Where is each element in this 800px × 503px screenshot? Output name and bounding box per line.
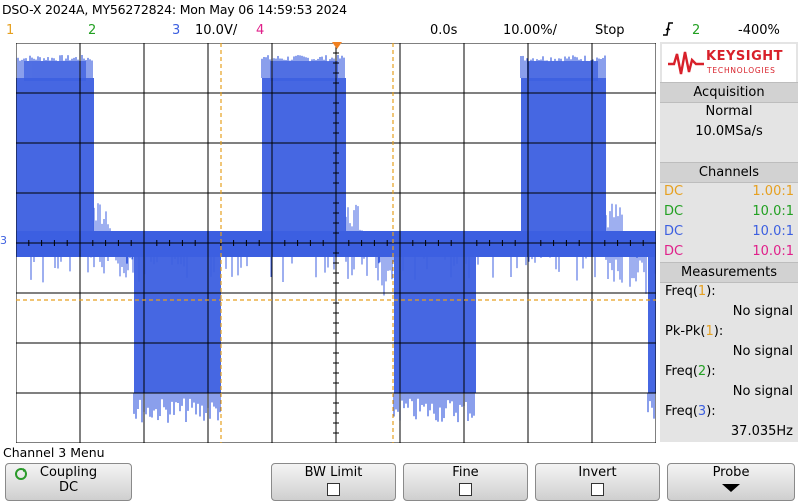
acquisition-header: Acquisition [660, 82, 798, 103]
ch3-indicator[interactable]: 3 [172, 23, 180, 38]
ch4-indicator[interactable]: 4 [256, 23, 264, 38]
measurement-channel: 1 [697, 284, 707, 299]
measurement-name: Freq(2): [665, 364, 716, 379]
ch3-positive-burst [16, 78, 94, 248]
waveform-display[interactable] [16, 43, 656, 443]
ch1-indicator[interactable]: 1 [6, 23, 14, 38]
ch3-positive-burst [521, 78, 606, 248]
channel-probe-ratio: 10.0:1 [752, 204, 794, 219]
channel-probe-ratio: 1.00:1 [752, 184, 794, 199]
measurement-value: No signal [732, 344, 793, 359]
channel-coupling: DC [664, 224, 684, 239]
fine-label: Fine [452, 465, 479, 480]
keysight-wave-icon [668, 51, 704, 75]
measurement-name: Freq(3): [665, 404, 716, 419]
run-state: Stop [595, 23, 625, 38]
measurement-value: 37.035Hz [730, 424, 793, 439]
channel-coupling: DC [664, 184, 684, 199]
measurements-header: Measurements [660, 262, 798, 283]
measurement-value: No signal [732, 384, 793, 399]
invert-softkey[interactable]: Invert [535, 463, 660, 501]
info-panel: KEYSIGHT TECHNOLOGIES Acquisition Normal… [660, 42, 798, 442]
fine-softkey[interactable]: Fine [403, 463, 528, 501]
channels-header: Channels [660, 162, 798, 183]
ch3-ground-marker: 3 [0, 234, 7, 247]
submenu-arrow-icon [722, 484, 740, 492]
channel-coupling: DC [664, 244, 684, 259]
channel-probe-ratio: 10.0:1 [752, 224, 794, 239]
probe-softkey[interactable]: Probe [667, 463, 795, 501]
time-scale: 10.00%/ [503, 23, 557, 38]
window-title: DSO-X 2024A, MY56272824: Mon May 06 14:5… [2, 2, 347, 17]
bw-limit-label: BW Limit [304, 465, 363, 480]
acq-mode: Normal [705, 104, 753, 119]
probe-label: Probe [712, 465, 750, 480]
measurement-channel: 1 [705, 324, 714, 339]
rotate-knob-icon [14, 467, 28, 485]
time-delay: 0.0s [430, 23, 458, 38]
ch3-scale: 10.0V/ [195, 23, 238, 38]
coupling-softkey[interactable]: Coupling DC [5, 463, 132, 501]
trigger-position-marker [332, 42, 342, 49]
ch2-indicator[interactable]: 2 [88, 23, 96, 38]
measurement-name: Pk-Pk(1): [665, 324, 724, 339]
trigger-level: -400% [738, 23, 780, 38]
fine-checkbox[interactable] [459, 483, 472, 496]
trigger-source: 2 [692, 23, 701, 38]
ch3-burst-noise [24, 61, 86, 81]
rising-edge-icon [662, 21, 674, 41]
waveform-svg [16, 43, 656, 443]
invert-checkbox[interactable] [591, 483, 604, 496]
measurement-channel: 3 [697, 404, 707, 419]
channel-probe-ratio: 10.0:1 [752, 244, 794, 259]
acq-rate: 10.0MSa/s [695, 124, 763, 139]
menu-title: Channel 3 Menu [3, 445, 105, 460]
measurement-channel: 2 [697, 364, 707, 379]
channel-coupling: DC [664, 204, 684, 219]
keysight-logo: KEYSIGHT TECHNOLOGIES [662, 44, 796, 82]
measurement-value: No signal [732, 304, 793, 319]
bw-limit-softkey[interactable]: BW Limit [271, 463, 396, 501]
measurement-name: Freq(1): [665, 284, 716, 299]
invert-label: Invert [578, 465, 617, 480]
bw-limit-checkbox[interactable] [327, 483, 340, 496]
